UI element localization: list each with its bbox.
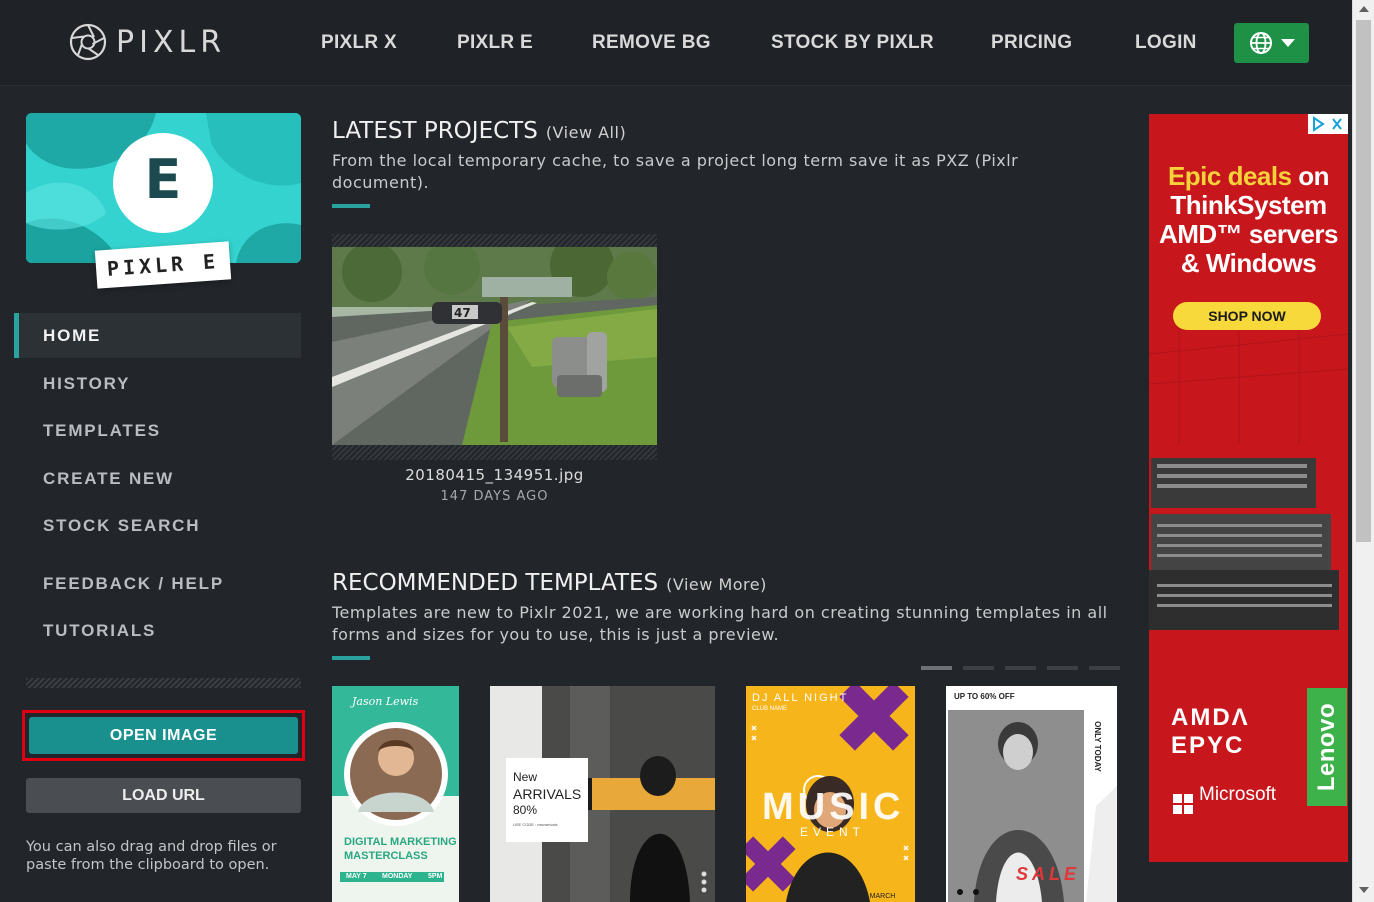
templates-description: Templates are new to Pixlr 2021, we are … xyxy=(332,603,1108,644)
carousel-dot[interactable] xyxy=(1089,666,1120,670)
template-title: MUSIC xyxy=(762,786,905,828)
language-button[interactable] xyxy=(1234,23,1309,63)
sidebar-item-tutorials[interactable]: TUTORIALS xyxy=(14,607,301,655)
template-author: Jason Lewis xyxy=(352,695,419,708)
template-title: SALE xyxy=(1016,864,1081,884)
carousel-dot[interactable] xyxy=(921,666,952,670)
nav-pixlr-e[interactable]: PIXLR E xyxy=(457,32,533,54)
ad-choices-badge[interactable] xyxy=(1308,114,1348,134)
carousel-pagination xyxy=(921,666,1120,670)
ad-microsoft-text: Microsoft xyxy=(1199,784,1277,805)
sidebar-item-create-new[interactable]: CREATE NEW xyxy=(14,455,301,502)
template-date: MAY 7 xyxy=(346,873,367,880)
latest-projects-title: LATEST PROJECTS xyxy=(332,118,538,144)
page-scrollbar[interactable] xyxy=(1352,0,1374,902)
open-image-button[interactable]: OPEN IMAGE xyxy=(29,717,298,754)
template-marketing-art xyxy=(332,686,459,882)
sidebar-divider xyxy=(26,678,301,688)
scroll-up-arrow-icon[interactable] xyxy=(1359,6,1369,12)
ad-choices-icon xyxy=(1308,114,1348,134)
advertisement-banner[interactable]: Epic deals on ThinkSystem AMD™ servers &… xyxy=(1149,114,1348,862)
nav-login[interactable]: LOGIN xyxy=(1135,32,1197,54)
nav-stock[interactable]: STOCK BY PIXLR xyxy=(771,32,934,54)
latest-projects-description: From the local temporary cache, to save … xyxy=(332,151,1019,192)
pixlr-logo[interactable]: PIXLR xyxy=(68,22,226,62)
app-letter: E xyxy=(144,148,182,211)
sidebar-item-templates[interactable]: TEMPLATES xyxy=(14,407,301,455)
scroll-down-arrow-icon[interactable] xyxy=(1359,887,1369,893)
top-navbar: PIXLR PIXLR X PIXLR E REMOVE BG STOCK BY… xyxy=(0,0,1352,86)
template-day: MONDAY xyxy=(382,873,413,880)
ad-headline-line3: AMD™ servers xyxy=(1159,219,1338,249)
load-url-button[interactable]: LOAD URL xyxy=(26,778,301,813)
template-top: UP TO 60% OFF xyxy=(954,692,1015,701)
template-tag: New xyxy=(513,770,538,784)
ad-amd-epyc-logo: AMDΛ EPYC xyxy=(1171,704,1250,760)
template-top: DJ ALL NIGHT xyxy=(752,692,849,704)
project-thumbnail[interactable]: 47 xyxy=(332,247,657,445)
template-title: ARRIVALS xyxy=(513,786,582,802)
ad-lenovo-text: Lenovo xyxy=(1313,702,1340,792)
latest-projects-header: LATEST PROJECTS (View All) xyxy=(332,118,626,144)
sidebar-item-stock-search[interactable]: STOCK SEARCH xyxy=(14,502,301,550)
nav-pixlr-x[interactable]: PIXLR X xyxy=(321,32,397,54)
project-age: 147 DAYS AGO xyxy=(440,489,549,504)
scrollbar-thumb[interactable] xyxy=(1356,20,1371,542)
nav-remove-bg[interactable]: REMOVE BG xyxy=(592,32,711,54)
carousel-dot[interactable] xyxy=(1005,666,1036,670)
template-time: 5PM xyxy=(428,873,443,880)
template-title-line1: DIGITAL MARKETING xyxy=(344,836,457,848)
drag-drop-hint: You can also drag and drop files or past… xyxy=(26,839,277,873)
view-all-link[interactable]: (View All) xyxy=(546,123,626,142)
ad-headline-line2: ThinkSystem xyxy=(1170,190,1327,220)
ad-lenovo-logo: Lenovo xyxy=(1307,688,1347,806)
open-image-highlight: OPEN IMAGE xyxy=(22,710,305,761)
template-card-sale[interactable]: UP TO 60% OFF ONLY TODAY SALE xyxy=(946,686,1117,902)
logo-text: PIXLR xyxy=(116,24,227,60)
template-card-music-event[interactable]: DJ ALL NIGHT CLUB NAME MUSIC EVENT 30. M… xyxy=(746,686,915,902)
carousel-dot[interactable] xyxy=(963,666,994,670)
nav-pricing[interactable]: PRICING xyxy=(991,32,1072,54)
templates-title: RECOMMENDED TEMPLATES xyxy=(332,570,659,596)
mailbox-number: 47 xyxy=(454,306,471,320)
carousel-dot[interactable] xyxy=(1047,666,1078,670)
templates-header: RECOMMENDED TEMPLATES (View More) xyxy=(332,570,767,596)
template-card-new-arrivals[interactable]: New ARRIVALS 80% USE CODE : newarrivals xyxy=(490,686,715,902)
project-card[interactable]: 47 xyxy=(332,234,657,460)
ad-amd-line2: EPYC xyxy=(1171,732,1245,759)
sidebar-item-feedback-help[interactable]: FEEDBACK / HELP xyxy=(14,560,301,607)
chevron-down-icon xyxy=(1280,39,1295,47)
street-photo: 47 xyxy=(332,247,657,445)
ad-headline-line4: & Windows xyxy=(1180,248,1317,278)
template-card-marketing[interactable]: Jason Lewis DIGITAL MARKETING MASTERCLAS… xyxy=(332,686,459,902)
pixlr-e-app-card: E xyxy=(26,113,301,263)
template-event: EVENT xyxy=(800,825,866,839)
template-code: USE CODE : newarrivals xyxy=(513,822,558,827)
ad-microsoft-logo: Microsoft xyxy=(1173,784,1276,806)
project-filename: 20180415_134951.jpg xyxy=(405,466,584,484)
ad-headline-on: on xyxy=(1298,161,1330,191)
section-accent-line xyxy=(332,204,370,208)
sidebar-nav: HOME HISTORY TEMPLATES CREATE NEW STOCK … xyxy=(14,313,301,655)
template-title-line2: MASTERCLASS xyxy=(344,850,428,862)
ad-amd-line1: AMDΛ xyxy=(1171,704,1250,731)
sidebar-item-history[interactable]: HISTORY xyxy=(14,360,301,407)
template-side: ONLY TODAY xyxy=(1092,721,1102,772)
template-discount: 80% xyxy=(513,803,538,817)
ad-headline-highlight: Epic deals xyxy=(1167,161,1292,191)
ad-shop-now-button[interactable]: SHOP NOW xyxy=(1173,302,1321,330)
aperture-logo-icon xyxy=(69,23,107,61)
sidebar-item-home[interactable]: HOME xyxy=(14,313,301,358)
ad-headline: Epic deals on ThinkSystem AMD™ servers &… xyxy=(1149,162,1348,278)
template-date: 30. MARCH xyxy=(858,893,896,900)
template-sub: CLUB NAME xyxy=(752,706,788,712)
view-more-link[interactable]: (View More) xyxy=(666,575,767,594)
app-name-tag: PIXLR E xyxy=(94,241,232,289)
globe-icon xyxy=(1249,32,1272,54)
section-accent-line xyxy=(332,656,370,660)
